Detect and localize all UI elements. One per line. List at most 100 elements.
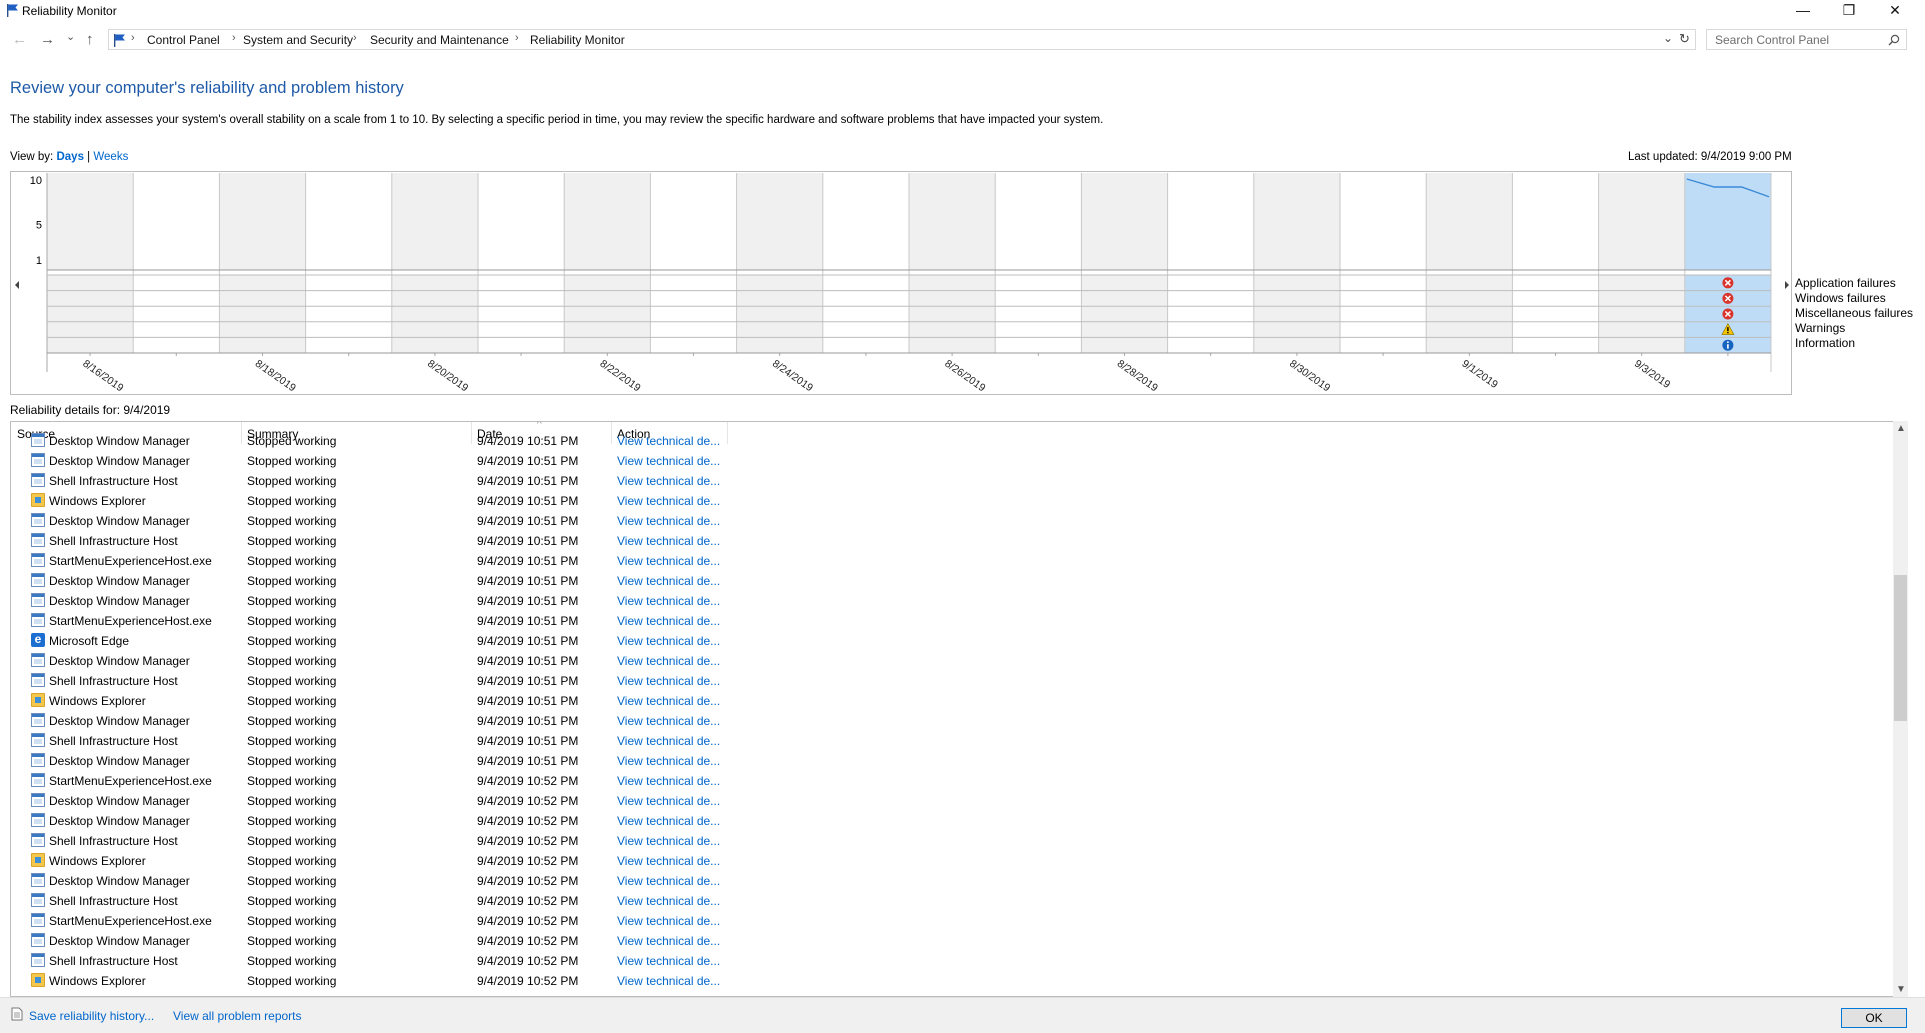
view-technical-details-link[interactable]: View technical de...: [617, 634, 720, 648]
view-technical-details-link[interactable]: View technical de...: [617, 754, 720, 768]
day-events[interactable]: [1340, 275, 1427, 353]
view-technical-details-link[interactable]: View technical de...: [617, 734, 720, 748]
close-button[interactable]: ✕: [1872, 0, 1918, 22]
view-technical-details-link[interactable]: View technical de...: [617, 674, 720, 688]
forward-button[interactable]: →: [40, 31, 55, 48]
day-events[interactable]: [133, 275, 220, 353]
reliability-chart[interactable]: 10 5 1 8/16/2019 8/18/2019 8/20/2019 8/22/2019…: [10, 171, 1792, 395]
minimize-button[interactable]: —: [1780, 0, 1826, 22]
table-row[interactable]: Desktop Window Manager Stopped working 9/4…: [11, 931, 1881, 951]
day-events[interactable]: [478, 275, 565, 353]
table-row[interactable]: Desktop Window Manager Stopped working 9/4…: [11, 751, 1881, 771]
table-row[interactable]: Shell Infrastructure Host Stopped working…: [11, 531, 1881, 551]
day-column[interactable]: [1512, 173, 1599, 270]
view-technical-details-link[interactable]: View technical de...: [617, 654, 720, 668]
table-row[interactable]: StartMenuExperienceHost.exe Stopped worki…: [11, 611, 1881, 631]
view-technical-details-link[interactable]: View technical de...: [617, 494, 720, 508]
table-row[interactable]: Windows Explorer Stopped working 9/4/2019 …: [11, 851, 1881, 871]
day-column[interactable]: [47, 173, 134, 270]
view-technical-details-link[interactable]: View technical de...: [617, 834, 720, 848]
day-events[interactable]: [391, 275, 478, 353]
view-technical-details-link[interactable]: View technical de...: [617, 554, 720, 568]
view-weeks-link[interactable]: Weeks: [93, 151, 128, 163]
view-technical-details-link[interactable]: View technical de...: [617, 454, 720, 468]
view-technical-details-link[interactable]: View technical de...: [617, 594, 720, 608]
view-technical-details-link[interactable]: View technical de...: [617, 894, 720, 908]
table-row[interactable]: Desktop Window Manager Stopped working 9/4…: [11, 811, 1881, 831]
table-row[interactable]: StartMenuExperienceHost.exe Stopped worki…: [11, 911, 1881, 931]
table-row[interactable]: Desktop Window Manager Stopped working 9/4…: [11, 511, 1881, 531]
view-technical-details-link[interactable]: View technical de...: [617, 974, 720, 988]
restore-button[interactable]: ❐: [1826, 0, 1872, 22]
view-technical-details-link[interactable]: View technical de...: [617, 514, 720, 528]
day-events[interactable]: [1512, 275, 1599, 353]
view-technical-details-link[interactable]: View technical de...: [617, 814, 720, 828]
breadcrumb-reliability-monitor[interactable]: Reliability Monitor: [530, 33, 625, 47]
day-column[interactable]: [1167, 173, 1254, 270]
view-all-problem-reports-link[interactable]: View all problem reports: [173, 1009, 302, 1023]
day-column[interactable]: [564, 173, 651, 270]
scroll-up-icon[interactable]: ▲: [1896, 423, 1906, 434]
chart-scroll-left-icon[interactable]: [15, 281, 19, 289]
view-technical-details-link[interactable]: View technical de...: [617, 774, 720, 788]
day-events[interactable]: [736, 275, 823, 353]
view-technical-details-link[interactable]: View technical de...: [617, 914, 720, 928]
view-technical-details-link[interactable]: View technical de...: [617, 794, 720, 808]
day-column[interactable]: [995, 173, 1082, 270]
table-row[interactable]: StartMenuExperienceHost.exe Stopped worki…: [11, 771, 1881, 791]
table-row[interactable]: Desktop Window Manager Stopped working 9/4…: [11, 651, 1881, 671]
reliability-chart-canvas[interactable]: 10 5 1 8/16/2019 8/18/2019 8/20/2019 8/22/2019…: [11, 172, 1791, 394]
scroll-down-icon[interactable]: ▼: [1896, 984, 1906, 995]
day-column[interactable]: [909, 173, 996, 270]
day-events[interactable]: [1081, 275, 1168, 353]
table-row[interactable]: Shell Infrastructure Host Stopped working…: [11, 471, 1881, 491]
save-reliability-history-link[interactable]: Save reliability history...: [29, 1009, 154, 1023]
day-column[interactable]: [822, 173, 909, 270]
table-row[interactable]: Shell Infrastructure Host Stopped working…: [11, 831, 1881, 851]
day-events[interactable]: [822, 275, 909, 353]
view-technical-details-link[interactable]: View technical de...: [617, 574, 720, 588]
table-row[interactable]: Desktop Window Manager Stopped working 9/4…: [11, 871, 1881, 891]
day-column[interactable]: [133, 173, 220, 270]
day-events[interactable]: [219, 275, 306, 353]
table-row[interactable]: Desktop Window Manager Stopped working 9/4…: [11, 791, 1881, 811]
view-technical-details-link[interactable]: View technical de...: [617, 614, 720, 628]
table-row[interactable]: Windows Explorer Stopped working 9/4/2019 …: [11, 491, 1881, 511]
day-column[interactable]: [305, 173, 392, 270]
table-row[interactable]: Desktop Window Manager Stopped working 9/4…: [11, 431, 1881, 451]
chart-scroll-right-icon[interactable]: [1785, 281, 1789, 289]
day-column[interactable]: [1426, 173, 1513, 270]
day-column[interactable]: [478, 173, 565, 270]
day-column[interactable]: [1598, 173, 1685, 270]
view-technical-details-link[interactable]: View technical de...: [617, 954, 720, 968]
day-events[interactable]: [1167, 275, 1254, 353]
day-events[interactable]: [564, 275, 651, 353]
day-column[interactable]: [1081, 173, 1168, 270]
table-row[interactable]: Shell Infrastructure Host Stopped working…: [11, 671, 1881, 691]
day-column[interactable]: [1253, 173, 1340, 270]
view-technical-details-link[interactable]: View technical de...: [617, 534, 720, 548]
day-events[interactable]: [995, 275, 1082, 353]
day-events[interactable]: [1426, 275, 1513, 353]
table-row[interactable]: Shell Infrastructure Host Stopped working…: [11, 731, 1881, 751]
table-row[interactable]: Shell Infrastructure Host Stopped working…: [11, 951, 1881, 971]
refresh-button[interactable]: ↻: [1679, 31, 1690, 47]
day-column[interactable]: [219, 173, 306, 270]
view-technical-details-link[interactable]: View technical de...: [617, 714, 720, 728]
address-dropdown-button[interactable]: ⌄: [1663, 31, 1673, 45]
day-column[interactable]: [650, 173, 737, 270]
table-row[interactable]: Desktop Window Manager Stopped working 9/4…: [11, 571, 1881, 591]
table-row[interactable]: Windows Explorer Stopped working 9/4/2019 …: [11, 691, 1881, 711]
day-column[interactable]: [1340, 173, 1427, 270]
day-column[interactable]: [391, 173, 478, 270]
address-bar[interactable]: › Control Panel › System and Security › …: [108, 29, 1696, 50]
ok-button[interactable]: OK: [1841, 1008, 1907, 1028]
recent-locations-button[interactable]: ⌄: [66, 30, 75, 43]
breadcrumb-control-panel[interactable]: Control Panel: [147, 33, 220, 47]
breadcrumb-system-and-security[interactable]: System and Security: [243, 33, 353, 47]
day-events[interactable]: [909, 275, 996, 353]
table-row[interactable]: Shell Infrastructure Host Stopped working…: [11, 891, 1881, 911]
view-technical-details-link[interactable]: View technical de...: [617, 934, 720, 948]
table-row[interactable]: StartMenuExperienceHost.exe Stopped worki…: [11, 551, 1881, 571]
day-column[interactable]: [736, 173, 823, 270]
